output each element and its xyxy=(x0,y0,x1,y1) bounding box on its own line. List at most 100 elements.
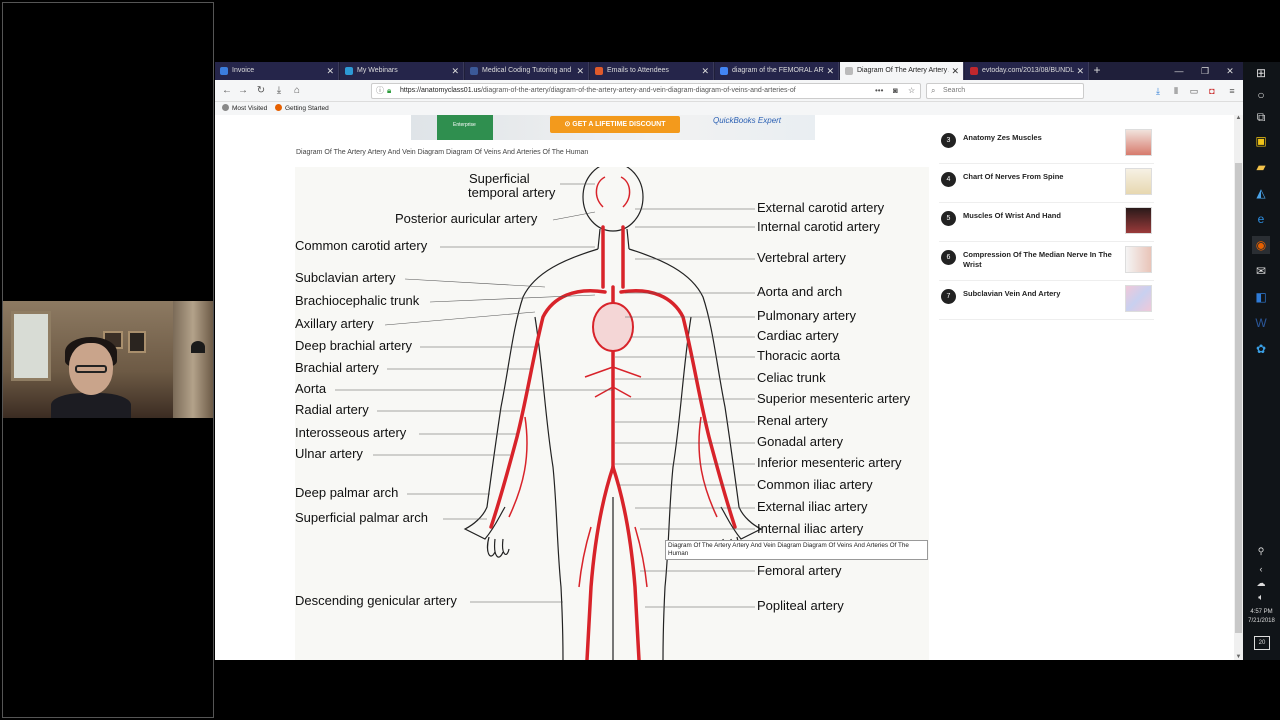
info-icon[interactable]: ⓘ xyxy=(376,84,384,98)
app-icon[interactable]: ◭ xyxy=(1252,184,1270,202)
scroll-down-icon[interactable]: ▼ xyxy=(1234,654,1243,660)
home-icon[interactable]: ⌂ xyxy=(289,83,305,99)
address-bar[interactable]: ⓘ 🔒︎ https://anatomyclass01.us/diagram-o… xyxy=(371,83,921,99)
back-arrow-icon[interactable]: ← xyxy=(219,83,235,99)
close-icon[interactable]: ✕ xyxy=(826,62,834,80)
mail-icon[interactable]: ✉ xyxy=(1252,262,1270,280)
forward-arrow-icon[interactable]: → xyxy=(235,83,251,99)
related-item-5[interactable]: 5 Muscles Of Wrist And Hand xyxy=(939,203,1154,242)
ad-product-text: Enterprise xyxy=(453,122,476,128)
reload-icon[interactable]: ↻ xyxy=(253,83,269,99)
sidebar-icon[interactable]: ▭ xyxy=(1187,83,1201,99)
label-deep-palmar-arch: Deep palmar arch xyxy=(295,485,399,500)
ad-discount-button[interactable]: ⊙ GET A LIFETIME DISCOUNT xyxy=(550,116,680,133)
clock-time: 4:57 PM xyxy=(1250,609,1273,615)
label-aorta-and-arch: Aorta and arch xyxy=(757,284,843,299)
tab-label: My Webinars xyxy=(357,67,398,74)
windows-start-icon[interactable]: ⊞ xyxy=(1252,64,1270,82)
label-inferior-mesenteric-artery: Inferior mesenteric artery xyxy=(757,455,902,470)
related-thumbnail[interactable] xyxy=(1125,168,1152,195)
settings-app-icon[interactable]: ✿ xyxy=(1252,340,1270,358)
tab-medical-coding[interactable]: Medical Coding Tutoring and ✕ xyxy=(465,62,589,80)
edge-browser-icon[interactable]: e xyxy=(1252,210,1270,228)
word-icon[interactable]: W xyxy=(1252,314,1270,332)
item-title[interactable]: Compression Of The Median Nerve In The W… xyxy=(963,250,1118,270)
new-tab-button[interactable]: + xyxy=(1089,62,1105,80)
library-icon[interactable]: ⫴ xyxy=(1169,83,1183,99)
bookmark-most-visited[interactable]: Most Visited xyxy=(222,102,267,115)
bookmark-getting-started[interactable]: Getting Started xyxy=(275,102,329,115)
volume-icon[interactable]: 🔈︎ xyxy=(1252,588,1270,606)
tab-label: Emails to Attendees xyxy=(607,67,669,74)
close-icon[interactable]: ✕ xyxy=(951,62,959,80)
item-title[interactable]: Chart Of Nerves From Spine xyxy=(963,172,1118,182)
related-thumbnail[interactable] xyxy=(1125,207,1152,234)
bookmark-star-icon[interactable]: ☆ xyxy=(908,83,915,99)
label-superficial: Superficial xyxy=(469,171,530,186)
label-ulnar-artery: Ulnar artery xyxy=(295,446,363,461)
related-thumbnail[interactable] xyxy=(1125,285,1152,312)
people-icon[interactable]: ⚲ xyxy=(1252,542,1270,560)
tab-emails-to-attendees[interactable]: Emails to Attendees ✕ xyxy=(590,62,714,80)
page-content: Enterprise ⊙ GET A LIFETIME DISCOUNT Qui… xyxy=(215,115,1243,660)
label-axillary-artery: Axillary artery xyxy=(295,316,374,331)
artery-diagram-image[interactable]: Superficial temporal artery Posterior au… xyxy=(295,167,929,660)
close-icon[interactable]: ✕ xyxy=(576,62,584,80)
close-icon[interactable]: ✕ xyxy=(701,62,709,80)
advertisement-banner[interactable]: Enterprise ⊙ GET A LIFETIME DISCOUNT Qui… xyxy=(411,115,815,140)
system-clock[interactable]: 4:57 PM 7/21/2018 xyxy=(1243,608,1280,626)
search-input[interactable]: ⌕ Search xyxy=(926,83,1084,99)
item-number: 6 xyxy=(941,250,956,265)
scrollbar-thumb[interactable] xyxy=(1235,163,1242,633)
related-item-3[interactable]: 3 Anatomy Zes Muscles xyxy=(939,125,1154,164)
restore-button[interactable]: ❐ xyxy=(1193,62,1217,80)
related-item-7[interactable]: 7 Subclavian Vein And Artery xyxy=(939,281,1154,320)
close-icon[interactable]: ✕ xyxy=(326,62,334,80)
tab-invoice[interactable]: Invoice ✕ xyxy=(215,62,339,80)
tab-label: Diagram Of The Artery Artery A xyxy=(857,67,949,74)
file-explorer-icon[interactable]: ▰ xyxy=(1252,158,1270,176)
item-title[interactable]: Muscles Of Wrist And Hand xyxy=(963,211,1118,221)
item-title[interactable]: Subclavian Vein And Artery xyxy=(963,289,1118,299)
label-superficial-palmar-arch: Superficial palmar arch xyxy=(295,510,428,525)
item-title[interactable]: Anatomy Zes Muscles xyxy=(963,133,1118,143)
label-posterior-auricular-artery: Posterior auricular artery xyxy=(395,211,538,226)
task-view-icon[interactable]: ⧉ xyxy=(1252,108,1270,126)
tab-favicon xyxy=(345,67,353,75)
vertical-scrollbar[interactable]: ▲ ▼ xyxy=(1234,115,1243,660)
webcam-person-body xyxy=(51,393,131,418)
bookmark-label: Most Visited xyxy=(232,105,268,112)
scroll-up-icon[interactable]: ▲ xyxy=(1234,115,1243,121)
close-window-button[interactable]: ✕ xyxy=(1218,62,1242,80)
webcam-lamp xyxy=(191,341,205,353)
menu-icon[interactable]: ≡ xyxy=(1225,83,1239,99)
related-item-6[interactable]: 6 Compression Of The Median Nerve In The… xyxy=(939,242,1154,281)
extension-icon[interactable]: ◘ xyxy=(1205,83,1219,99)
related-thumbnail[interactable] xyxy=(1125,246,1152,273)
tab-diagram-of-the-artery[interactable]: Diagram Of The Artery Artery A ✕ xyxy=(840,62,964,80)
cortana-search-icon[interactable]: ○ xyxy=(1252,86,1270,104)
download-page-icon[interactable]: ⤓ xyxy=(271,83,287,99)
related-posts-sidebar: 3 Anatomy Zes Muscles 4 Chart Of Nerves … xyxy=(939,115,1154,330)
related-item-4[interactable]: 4 Chart Of Nerves From Spine xyxy=(939,164,1154,203)
label-descending-genicular-artery: Descending genicular artery xyxy=(295,593,457,608)
windows-taskbar: ⊞ ○ ⧉ ▣ ▰ ◭ e ◉ ✉ ◧ W ✿ ⚲ ‹ ☁ 🔈︎ 4:57 PM… xyxy=(1243,62,1280,660)
item-number: 7 xyxy=(941,289,956,304)
minimize-button[interactable]: — xyxy=(1167,62,1191,80)
firefox-icon[interactable]: ◉ xyxy=(1252,236,1270,254)
action-center-icon[interactable]: 20 xyxy=(1254,636,1270,650)
tab-evtoday[interactable]: evtoday.com/2013/08/BUNDLI ✕ xyxy=(965,62,1089,80)
tab-favicon xyxy=(220,67,228,75)
tab-my-webinars[interactable]: My Webinars ✕ xyxy=(340,62,464,80)
outlook-icon[interactable]: ◧ xyxy=(1252,288,1270,306)
more-actions-icon[interactable]: ••• xyxy=(875,83,883,99)
close-icon[interactable]: ✕ xyxy=(451,62,459,80)
tab-femoral-artery[interactable]: diagram of the FEMORAL ARTE ✕ xyxy=(715,62,839,80)
related-thumbnail[interactable] xyxy=(1125,129,1152,156)
label-cardiac-artery: Cardiac artery xyxy=(757,328,839,343)
store-icon[interactable]: ▣ xyxy=(1252,132,1270,150)
label-brachiocephalic-trunk: Brachiocephalic trunk xyxy=(295,293,420,308)
close-icon[interactable]: ✕ xyxy=(1076,62,1084,80)
pocket-icon[interactable]: ◙ xyxy=(893,83,898,99)
downloads-icon[interactable]: ⤓ xyxy=(1151,83,1165,99)
